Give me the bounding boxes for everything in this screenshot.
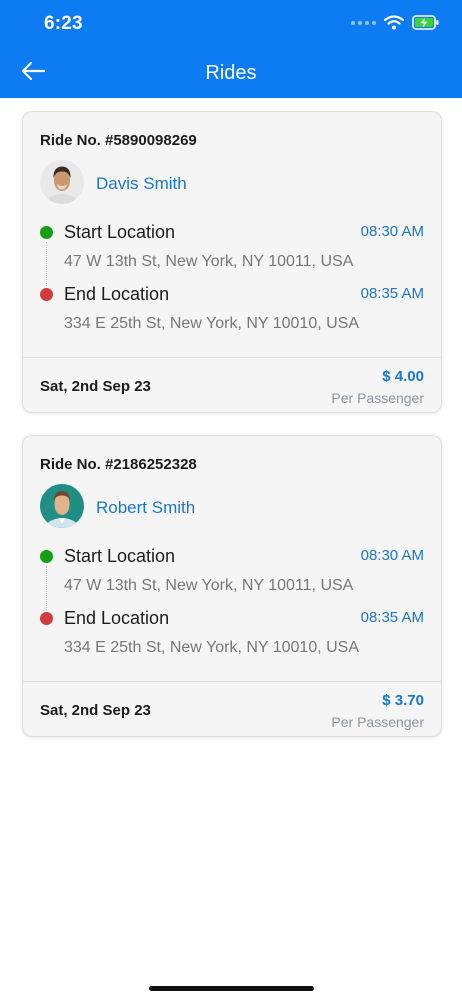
home-indicator[interactable] — [149, 986, 314, 991]
ride-number: Ride No. #2186252328 — [40, 456, 197, 473]
end-location-dot-icon — [40, 612, 53, 625]
card-divider — [23, 681, 441, 682]
start-location-label: Start Location — [64, 222, 176, 242]
start-location-label: Start Location — [64, 546, 176, 566]
ride-date: Sat, 2nd Sep 23 — [40, 702, 151, 719]
start-address: 47 W 13th St, New York, NY 10011, USA — [64, 253, 354, 270]
start-location-dot-icon — [40, 226, 53, 239]
ride-price: $ 3.70 — [382, 692, 424, 709]
status-icons — [351, 15, 440, 30]
battery-charging-icon — [412, 15, 439, 30]
end-time: 08:35 AM — [360, 285, 424, 302]
end-address: 334 E 25th St, New York, NY 10010, USA — [64, 639, 359, 656]
start-time: 08:30 AM — [360, 547, 424, 564]
start-location-dot-icon — [40, 550, 53, 563]
end-location-label: End Location — [64, 284, 170, 304]
ride-number: Ride No. #5890098269 — [40, 132, 197, 149]
app-header: 6:23 Rides — [0, 0, 462, 98]
price-unit-label: Per Passenger — [331, 390, 424, 406]
start-address: 47 W 13th St, New York, NY 10011, USA — [64, 577, 354, 594]
ride-card[interactable]: Ride No. #5890098269 Davis Smith Start L… — [22, 111, 442, 413]
status-time: 6:23 — [44, 13, 83, 34]
end-time: 08:35 AM — [360, 609, 424, 626]
price-unit-label: Per Passenger — [331, 714, 424, 730]
wifi-icon — [384, 15, 404, 30]
page-title: Rides — [205, 62, 257, 84]
cellular-signal-icon — [351, 20, 376, 25]
ride-price: $ 4.00 — [382, 368, 424, 385]
start-time: 08:30 AM — [360, 223, 424, 240]
end-location-label: End Location — [64, 608, 170, 628]
driver-name[interactable]: Robert Smith — [96, 498, 195, 518]
driver-name[interactable]: Davis Smith — [96, 174, 187, 194]
end-address: 334 E 25th St, New York, NY 10010, USA — [64, 315, 359, 332]
card-divider — [23, 357, 441, 358]
avatar — [40, 484, 84, 528]
ride-date: Sat, 2nd Sep 23 — [40, 378, 151, 395]
route-connector — [46, 566, 47, 610]
route-connector — [46, 242, 47, 286]
end-location-dot-icon — [40, 288, 53, 301]
avatar — [40, 160, 84, 204]
ride-card[interactable]: Ride No. #2186252328 Robert Smith Start … — [22, 435, 442, 737]
